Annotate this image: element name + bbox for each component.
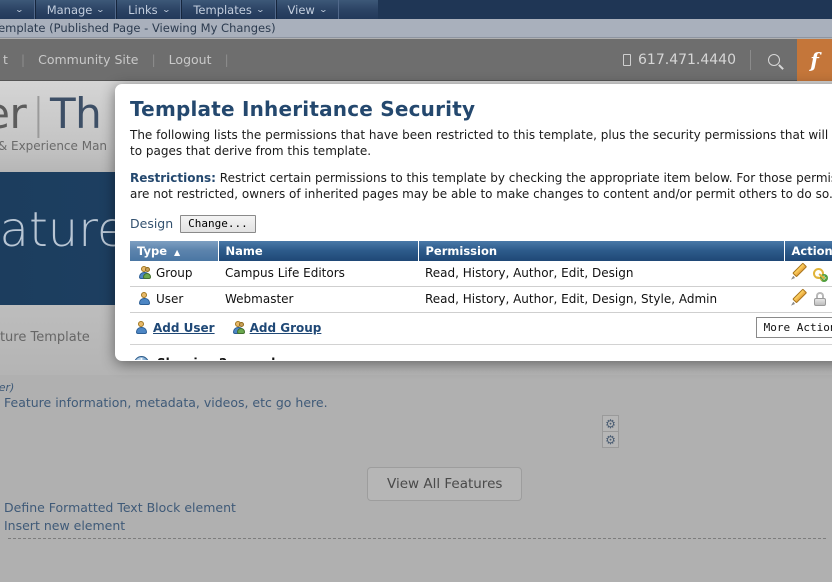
phone-number: 617.471.4440 — [638, 51, 736, 68]
column-header-type-label: Type — [137, 243, 168, 258]
cell-actions: + — [784, 260, 832, 287]
search-button[interactable] — [751, 39, 797, 81]
group-icon — [137, 266, 151, 280]
info-glyph: i — [140, 358, 144, 360]
site-nav-item-community[interactable]: Community Site — [25, 52, 151, 67]
add-group-label: Add Group — [249, 320, 322, 335]
site-nav-item-0[interactable]: t — [0, 52, 21, 67]
restrictions-label: Restrictions: — [130, 171, 216, 186]
add-group-link[interactable]: Add Group — [231, 320, 322, 335]
menu-item-templates-label: Templates — [193, 2, 252, 17]
column-header-type[interactable]: Type ▲ — [130, 240, 219, 261]
chevron-down-icon: ⌄ — [161, 4, 171, 14]
insert-new-element-link[interactable]: Insert new element — [4, 518, 125, 533]
table-row: Group Campus Life Editors Read, History,… — [130, 260, 832, 287]
menu-item-0[interactable]: ⌄ — [0, 0, 35, 19]
chevron-down-icon: ⌄ — [96, 4, 106, 14]
lock-icon[interactable] — [812, 292, 827, 307]
define-formatted-text-block-link[interactable]: Define Formatted Text Block element — [4, 500, 236, 515]
row-type-label: Group — [156, 266, 193, 281]
phone-block: 617.471.4440 — [623, 39, 750, 81]
user-icon — [137, 292, 151, 306]
add-user-label: Add User — [153, 320, 215, 335]
cell-permission: Read, History, Author, Edit, Design, Sty… — [418, 286, 784, 313]
pencil-icon[interactable] — [791, 292, 806, 307]
search-icon — [768, 53, 780, 66]
sort-ascending-icon: ▲ — [174, 247, 181, 257]
screen: ⌄ Manage ⌄ Links ⌄ Templates ⌄ View ⌄ Te… — [0, 0, 832, 582]
table-header-row: Type ▲ Name Permission Actions — [130, 240, 832, 261]
nav-divider: | — [224, 52, 229, 67]
brand-part1: per — [0, 89, 27, 138]
more-actions-dropdown[interactable]: More Actions... ▼ — [755, 316, 832, 338]
chevron-down-icon: ⌄ — [255, 4, 265, 14]
page-crumb-text: eature Template — [0, 330, 90, 345]
more-actions-label: More Actions... — [763, 320, 832, 334]
facebook-button[interactable]: f — [797, 38, 832, 81]
key-add-icon[interactable]: + — [812, 266, 828, 282]
brand-tagline: ntent & Experience Man — [0, 139, 108, 153]
column-header-actions: Actions — [784, 240, 832, 261]
site-nav: t | Community Site | Logout | — [0, 52, 229, 67]
breadcrumb: Template (Published Page - Viewing My Ch… — [0, 19, 832, 38]
chevron-down-icon: ⌄ — [318, 4, 328, 14]
dialog-description-line1: The following lists the permissions that… — [130, 128, 832, 142]
restrictions-line1: Restrict certain permissions to this tem… — [215, 171, 832, 186]
pencil-icon[interactable] — [791, 266, 806, 281]
column-header-permission[interactable]: Permission — [418, 240, 785, 261]
menu-item-manage[interactable]: Manage ⌄ — [34, 0, 117, 19]
chevron-down-icon: ⌄ — [14, 4, 25, 14]
gear-icon: ⚙ — [605, 432, 616, 447]
dialog-title: Template Inheritance Security — [130, 97, 476, 121]
menu-item-view[interactable]: View ⌄ — [275, 0, 339, 19]
admin-menu-bar: ⌄ Manage ⌄ Links ⌄ Templates ⌄ View ⌄ — [0, 0, 832, 19]
security-table: Type ▲ Name Permission Actions — [130, 240, 832, 313]
gear-icon: ⚙ — [605, 416, 616, 431]
brand-logo[interactable]: per|Th — [0, 89, 102, 138]
site-header-right: 617.471.4440 f — [623, 38, 832, 81]
cell-permission: Read, History, Author, Edit, Design — [418, 260, 784, 287]
bottom-pane — [0, 539, 832, 582]
table-row: User Webmaster Read, History, Author, Ed… — [130, 286, 832, 313]
status-row: i Showing 2 records. ✖ — [130, 345, 832, 360]
menu-item-manage-label: Manage — [46, 2, 93, 17]
cell-type: Group — [130, 260, 218, 287]
view-all-features-button[interactable]: View All Features — [367, 467, 523, 501]
add-user-link[interactable]: Add User — [134, 320, 215, 335]
info-icon: i — [134, 355, 149, 360]
design-label: Design — [130, 216, 174, 232]
change-design-button[interactable]: Change... — [180, 214, 256, 233]
add-row: Add User Add Group More Actions... ▼ — [130, 313, 832, 345]
add-group-icon — [231, 320, 245, 335]
breadcrumb-text: Template (Published Page - Viewing My Ch… — [0, 21, 276, 35]
dialog-restrictions: Restrictions: Restrict certain permissio… — [130, 170, 832, 186]
menu-item-links-label: Links — [128, 2, 158, 17]
brand-separator: | — [31, 89, 45, 138]
cell-actions — [784, 286, 832, 313]
content-placeholder-text: Feature information, metadata, videos, e… — [4, 395, 328, 410]
container-note: ainer) — [0, 381, 15, 394]
gear-button-1[interactable]: ⚙ — [602, 415, 619, 432]
cell-name: Campus Life Editors — [218, 260, 418, 287]
dialog-description-line2: to pages that derive from this template. — [130, 143, 372, 158]
template-inheritance-security-dialog: ? Template Inheritance Security The foll… — [115, 84, 832, 361]
add-user-icon — [134, 320, 148, 335]
column-header-name[interactable]: Name — [218, 240, 419, 261]
row-type-label: User — [156, 292, 184, 307]
site-nav-item-logout[interactable]: Logout — [156, 52, 225, 67]
menu-item-links[interactable]: Links ⌄ — [116, 0, 182, 19]
gear-toolbar[interactable]: ⚙ ⚙ — [602, 415, 619, 448]
brand-part2: Th — [49, 89, 102, 138]
status-text: Showing 2 records. — [157, 356, 287, 360]
gear-button-2[interactable]: ⚙ — [602, 431, 619, 448]
mobile-phone-icon — [623, 53, 632, 66]
facebook-icon: f — [810, 47, 819, 72]
menu-item-templates[interactable]: Templates ⌄ — [181, 0, 276, 19]
site-header: t | Community Site | Logout | 617.471.44… — [0, 38, 832, 81]
menu-item-view-label: View — [287, 2, 315, 17]
restrictions-line2: are not restricted, owners of inherited … — [130, 187, 832, 202]
cell-name: Webmaster — [218, 286, 418, 313]
cell-type: User — [130, 286, 218, 313]
design-row: Design Change... — [130, 214, 832, 233]
